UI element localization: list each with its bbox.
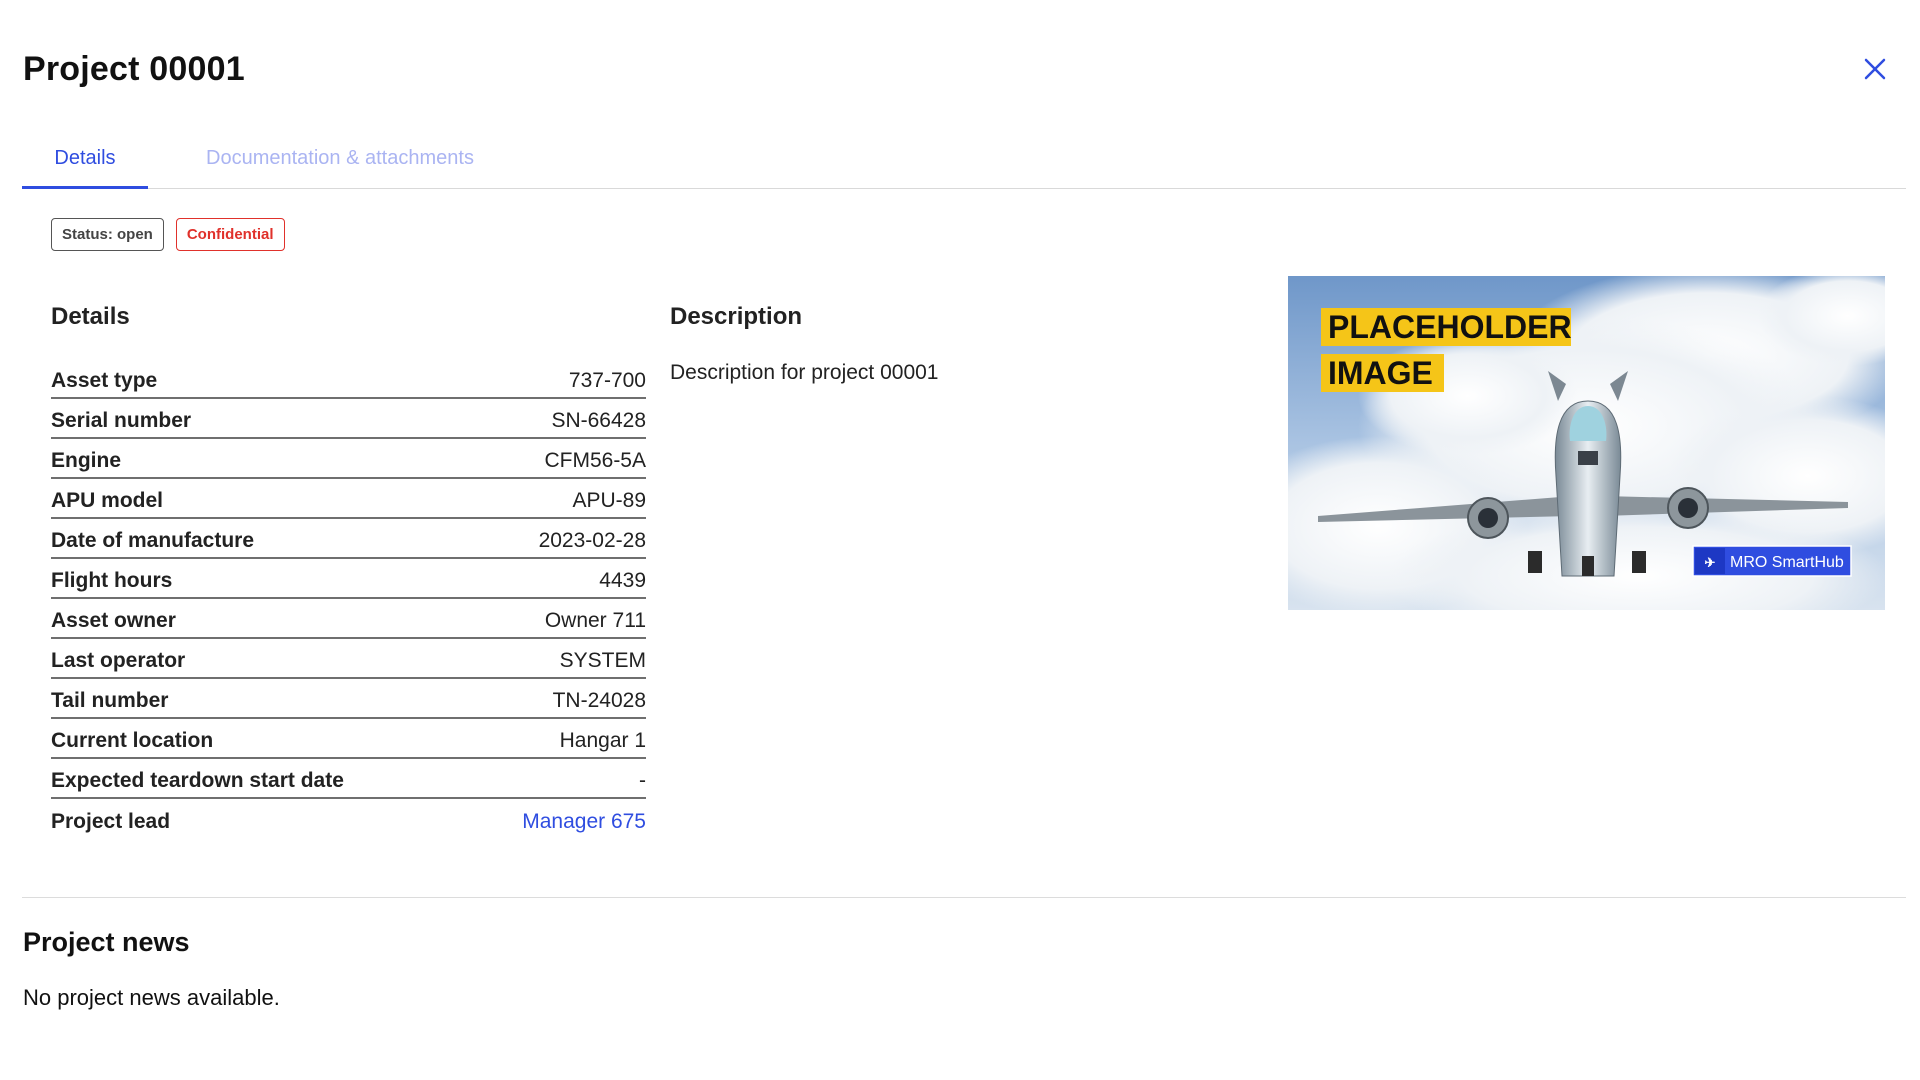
svg-text:✈: ✈ xyxy=(1705,555,1716,570)
placeholder-label-line1: PLACEHOLDER xyxy=(1328,309,1572,345)
detail-value: TN-24028 xyxy=(552,689,646,712)
brand-badge: ✈ MRO SmartHub xyxy=(1692,545,1852,577)
description-text: Description for project 00001 xyxy=(670,361,939,384)
detail-row-asset-type: Asset type 737-700 xyxy=(51,359,646,399)
details-heading: Details xyxy=(51,303,130,330)
status-badge: Status: open xyxy=(51,218,164,251)
airplane-photo: PLACEHOLDER IMAGE ✈ MRO SmartHub xyxy=(1288,276,1885,610)
detail-value: SN-66428 xyxy=(551,409,646,432)
detail-label: Engine xyxy=(51,449,122,472)
detail-row-current-location: Current location Hangar 1 xyxy=(51,719,646,759)
detail-value: - xyxy=(639,769,646,792)
detail-label: APU model xyxy=(51,489,164,512)
tab-documentation-attachments[interactable]: Documentation & attachments xyxy=(148,140,532,186)
project-news-empty-text: No project news available. xyxy=(23,985,280,1010)
placeholder-label-line2: IMAGE xyxy=(1328,355,1433,391)
iata-logo: ✈ xyxy=(1705,555,1716,570)
detail-label: Expected teardown start date xyxy=(51,769,344,792)
detail-row-tail-number: Tail number TN-24028 xyxy=(51,679,646,719)
detail-row-apu-model: APU model APU-89 xyxy=(51,479,646,519)
brand-name: MRO SmartHub xyxy=(1730,554,1844,571)
project-news-heading: Project news xyxy=(23,927,190,957)
detail-label: Date of manufacture xyxy=(51,529,255,552)
detail-label: Current location xyxy=(51,729,214,752)
detail-label: Asset type xyxy=(51,369,158,392)
detail-value: Hangar 1 xyxy=(559,729,646,752)
detail-row-asset-owner: Asset owner Owner 711 xyxy=(51,599,646,639)
detail-label: Asset owner xyxy=(51,609,176,632)
detail-row-flight-hours: Flight hours 4439 xyxy=(51,559,646,599)
detail-label: Tail number xyxy=(51,689,169,712)
detail-value: 2023-02-28 xyxy=(538,529,646,552)
detail-value: APU-89 xyxy=(572,489,646,512)
detail-value: CFM56-5A xyxy=(544,449,646,472)
details-table: Asset type 737-700 Serial number SN-6642… xyxy=(51,359,646,839)
detail-value: 737-700 xyxy=(568,369,646,392)
close-button[interactable] xyxy=(1862,56,1888,82)
detail-label: Serial number xyxy=(51,409,192,432)
detail-row-expected-teardown-start-date: Expected teardown start date - xyxy=(51,759,646,799)
detail-row-engine: Engine CFM56-5A xyxy=(51,439,646,479)
detail-value: 4439 xyxy=(599,569,646,592)
project-detail-page: Project 00001 Details Documentation & at… xyxy=(0,0,1920,1080)
tab-details[interactable]: Details xyxy=(22,140,148,189)
section-divider xyxy=(22,897,1906,898)
close-icon xyxy=(1864,58,1886,80)
detail-label: Flight hours xyxy=(51,569,173,592)
detail-value: Owner 711 xyxy=(544,609,646,632)
project-lead-link[interactable]: Manager 675 xyxy=(522,810,646,834)
detail-row-date-of-manufacture: Date of manufacture 2023-02-28 xyxy=(51,519,646,559)
detail-label: Last operator xyxy=(51,649,186,672)
tab-bar: Details Documentation & attachments xyxy=(22,140,1906,189)
detail-row-serial-number: Serial number SN-66428 xyxy=(51,399,646,439)
page-title: Project 00001 xyxy=(23,50,245,88)
confidential-badge: Confidential xyxy=(175,218,285,251)
detail-row-last-operator: Last operator SYSTEM xyxy=(51,639,646,679)
detail-row-project-lead: Project lead Manager 675 xyxy=(51,799,646,839)
detail-label: Project lead xyxy=(51,810,171,833)
detail-value: SYSTEM xyxy=(559,649,646,672)
description-heading: Description xyxy=(670,303,803,330)
placeholder-image: PLACEHOLDER IMAGE ✈ MRO SmartHub xyxy=(1288,276,1885,610)
badge-group: Status: open Confidential xyxy=(51,218,285,251)
